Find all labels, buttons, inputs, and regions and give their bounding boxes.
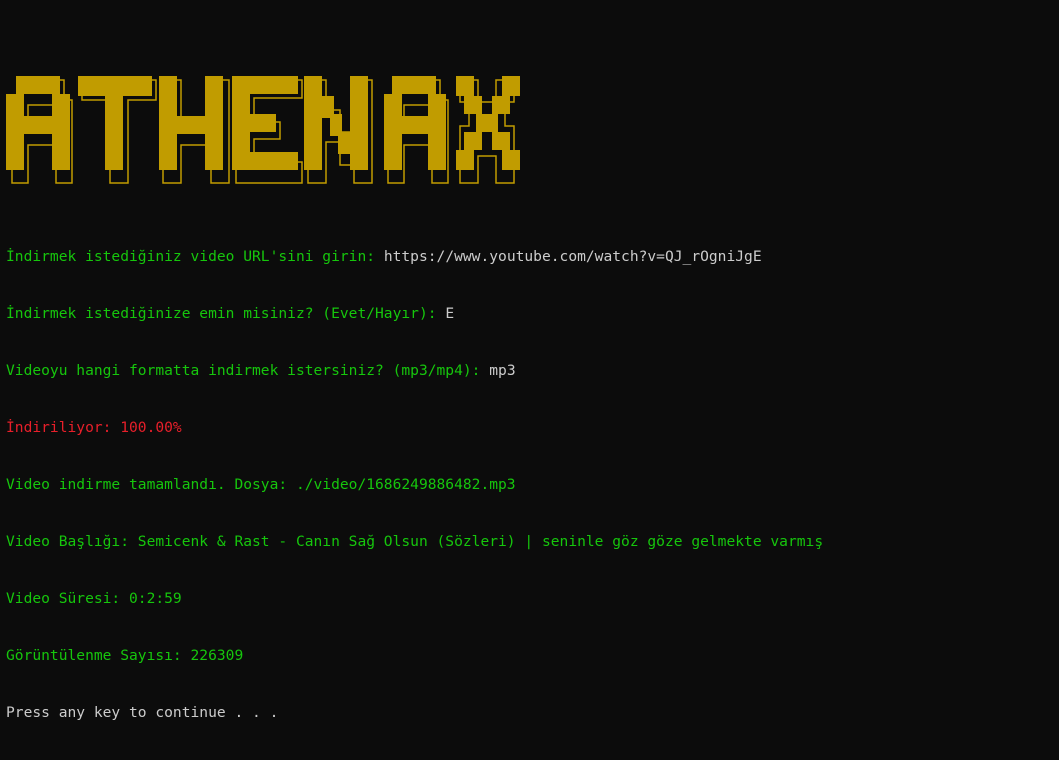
confirm-prompt-line: İndirmek istediğinize emin misiniz? (Eve…	[6, 304, 823, 323]
console-window[interactable]: İndirmek istediğiniz video URL'sini giri…	[0, 0, 1059, 721]
banner-logo-graphic	[6, 76, 520, 184]
athenax-ascii-banner	[0, 70, 540, 190]
download-progress-line: İndiriliyor: 100.00%	[6, 419, 182, 436]
download-complete-line: Video indirme tamamlandı. Dosya: ./video…	[6, 476, 516, 493]
press-any-key-line: Press any key to continue . . .	[6, 704, 279, 721]
format-prompt-line: Videoyu hangi formatta indirmek istersin…	[6, 361, 823, 380]
confirm-input-value: E	[445, 305, 455, 322]
format-prompt: Videoyu hangi formatta indirmek istersin…	[6, 362, 490, 379]
video-duration-line: Video Süresi: 0:2:59	[6, 590, 182, 607]
console-output: İndirmek istediğiniz video URL'sini giri…	[6, 209, 823, 760]
banner-fill	[6, 76, 520, 170]
view-count-line: Görüntülenme Sayısı: 226309	[6, 647, 244, 664]
format-input-value: mp3	[489, 362, 516, 379]
url-input-value: https://www.youtube.com/watch?v=QJ_rOgni…	[383, 248, 762, 265]
url-prompt-line: İndirmek istediğiniz video URL'sini giri…	[6, 247, 823, 266]
confirm-prompt: İndirmek istediğinize emin misiniz? (Eve…	[6, 305, 446, 322]
video-title-line: Video Başlığı: Semicenk & Rast - Canın S…	[6, 533, 824, 550]
url-prompt: İndirmek istediğiniz video URL'sini giri…	[6, 248, 384, 265]
